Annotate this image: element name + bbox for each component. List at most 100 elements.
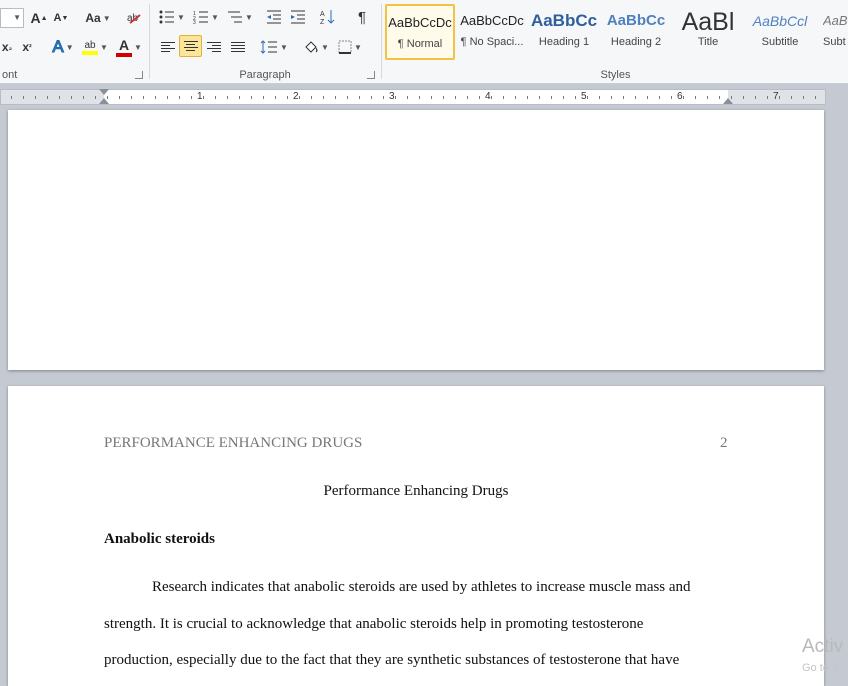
font-dialog-launcher[interactable] bbox=[135, 71, 143, 79]
ruler-tick bbox=[383, 96, 384, 99]
activation-watermark-sub: Go to S bbox=[802, 662, 840, 674]
style-title[interactable]: AaBl Title bbox=[673, 4, 743, 60]
paragraph-group-label: Paragraph bbox=[239, 69, 291, 81]
first-line-indent-marker[interactable] bbox=[99, 89, 109, 95]
section-heading: Anabolic steroids bbox=[104, 531, 215, 547]
ruler-tick bbox=[503, 96, 504, 99]
align-right-button[interactable] bbox=[203, 36, 225, 58]
body-line-2: strength. It is crucial to acknowledge t… bbox=[104, 616, 644, 632]
ruler-tick bbox=[359, 96, 360, 99]
align-center-icon bbox=[183, 41, 198, 51]
ruler-tick bbox=[767, 96, 768, 99]
subscript-button[interactable]: x₂ bbox=[0, 36, 16, 58]
font-color-button[interactable]: A ▼ bbox=[114, 36, 144, 58]
ruler-number: 5 bbox=[581, 91, 587, 102]
ruler-tick bbox=[431, 96, 432, 99]
style-no-spacing[interactable]: AaBbCcDc ¶ No Spaci... bbox=[457, 4, 527, 60]
align-right-icon bbox=[207, 42, 221, 52]
ruler-tick bbox=[35, 96, 36, 99]
document-title: Performance Enhancing Drugs bbox=[323, 483, 509, 499]
highlight-button[interactable]: ab ▼ bbox=[80, 36, 110, 58]
running-head: PERFORMANCE ENHANCING DRUGS bbox=[104, 435, 363, 451]
clear-formatting-button[interactable]: ab bbox=[124, 7, 144, 29]
borders-button[interactable]: ▼ bbox=[335, 36, 365, 58]
numbering-button[interactable]: 1 2 3 ▼ bbox=[191, 6, 221, 28]
style-heading-2[interactable]: AaBbCc Heading 2 bbox=[601, 4, 671, 60]
ruler-tick bbox=[683, 96, 684, 99]
horizontal-ruler[interactable]: 1 2 3 4 5 6 7 bbox=[0, 89, 826, 105]
style-name: Heading 1 bbox=[538, 36, 590, 48]
ruler-tick bbox=[707, 96, 708, 99]
ruler-number: 6 bbox=[677, 91, 683, 102]
style-preview: AaBbCcDc bbox=[388, 15, 452, 30]
clear-formatting-icon: ab bbox=[127, 13, 141, 24]
ruler-tick bbox=[623, 96, 624, 99]
font-size-combobox[interactable]: ▼ bbox=[0, 8, 24, 28]
sort-icon: AZ bbox=[320, 10, 335, 25]
font-group: ▼ A ▲ A ▼ Aa ▼ ab x₂ x² A ▼ ab ▼ A ▼ ont bbox=[0, 0, 147, 83]
ruler-number: 3 bbox=[389, 91, 395, 102]
bullets-button[interactable]: ▼ bbox=[157, 6, 187, 28]
align-left-icon bbox=[161, 42, 175, 52]
ruler-tick bbox=[131, 96, 132, 99]
ruler-tick bbox=[347, 96, 348, 99]
ruler-tick bbox=[179, 96, 180, 99]
multilevel-list-button[interactable]: ▼ bbox=[225, 6, 255, 28]
ruler-tick bbox=[755, 96, 756, 99]
text-effects-button[interactable]: A ▼ bbox=[50, 36, 76, 58]
justify-button[interactable] bbox=[227, 36, 249, 58]
ruler-tick bbox=[551, 96, 552, 99]
ruler-number: 1 bbox=[197, 91, 203, 102]
highlight-color-bar bbox=[82, 50, 99, 55]
paragraph-dialog-launcher[interactable] bbox=[367, 71, 375, 79]
ruler-tick bbox=[527, 96, 528, 99]
borders-icon bbox=[338, 40, 352, 54]
line-spacing-icon bbox=[260, 40, 278, 54]
ruler-tick bbox=[155, 96, 156, 99]
ruler-tick bbox=[203, 96, 204, 99]
ruler-tick bbox=[191, 96, 192, 99]
ruler-tick bbox=[479, 96, 480, 99]
hanging-indent-marker[interactable] bbox=[99, 98, 109, 104]
ruler-tick bbox=[719, 96, 720, 99]
grow-font-button[interactable]: A ▲ bbox=[30, 7, 48, 29]
ruler-tick bbox=[671, 96, 672, 99]
font-color-icon: A bbox=[118, 37, 130, 53]
align-center-button[interactable] bbox=[179, 35, 202, 57]
ruler-tick bbox=[251, 96, 252, 99]
style-subtle-emphasis[interactable]: AaB Subt bbox=[817, 4, 848, 60]
ruler-tick bbox=[143, 96, 144, 99]
ruler-tick bbox=[239, 96, 240, 99]
ruler-tick bbox=[167, 96, 168, 99]
line-spacing-button[interactable]: ▼ bbox=[259, 36, 289, 58]
style-name: Subt bbox=[823, 36, 846, 48]
ruler-tick bbox=[287, 96, 288, 99]
style-name: Title bbox=[697, 36, 719, 48]
style-heading-1[interactable]: AaBbCc Heading 1 bbox=[529, 4, 599, 60]
ruler-number: 2 bbox=[293, 91, 299, 102]
right-indent-marker[interactable] bbox=[723, 98, 733, 104]
increase-indent-button[interactable] bbox=[287, 6, 309, 28]
bullets-icon bbox=[159, 10, 175, 24]
ruler-tick bbox=[335, 96, 336, 99]
change-case-button[interactable]: Aa ▼ bbox=[84, 7, 112, 29]
superscript-button[interactable]: x² bbox=[18, 36, 36, 58]
decrease-indent-button[interactable] bbox=[263, 6, 285, 28]
ruler-tick bbox=[443, 96, 444, 99]
shading-button[interactable]: ▼ bbox=[301, 36, 331, 58]
style-subtitle[interactable]: AaBbCcl Subtitle bbox=[745, 4, 815, 60]
shrink-font-button[interactable]: A ▼ bbox=[52, 7, 70, 29]
ruler-tick bbox=[119, 96, 120, 99]
ruler-tick bbox=[587, 96, 588, 99]
align-left-button[interactable] bbox=[157, 36, 179, 58]
multilevel-list-icon bbox=[228, 11, 243, 23]
divider bbox=[149, 4, 150, 79]
style-normal[interactable]: AaBbCcDc ¶ Normal bbox=[385, 4, 455, 60]
page-1-bottom[interactable] bbox=[8, 110, 824, 370]
show-formatting-marks-button[interactable]: ¶ bbox=[351, 6, 373, 28]
numbering-icon: 123 bbox=[193, 11, 209, 24]
sort-button[interactable]: AZ bbox=[317, 6, 339, 28]
ruler-tick bbox=[95, 96, 96, 99]
ruler-tick bbox=[323, 96, 324, 99]
ruler-tick bbox=[83, 96, 84, 99]
